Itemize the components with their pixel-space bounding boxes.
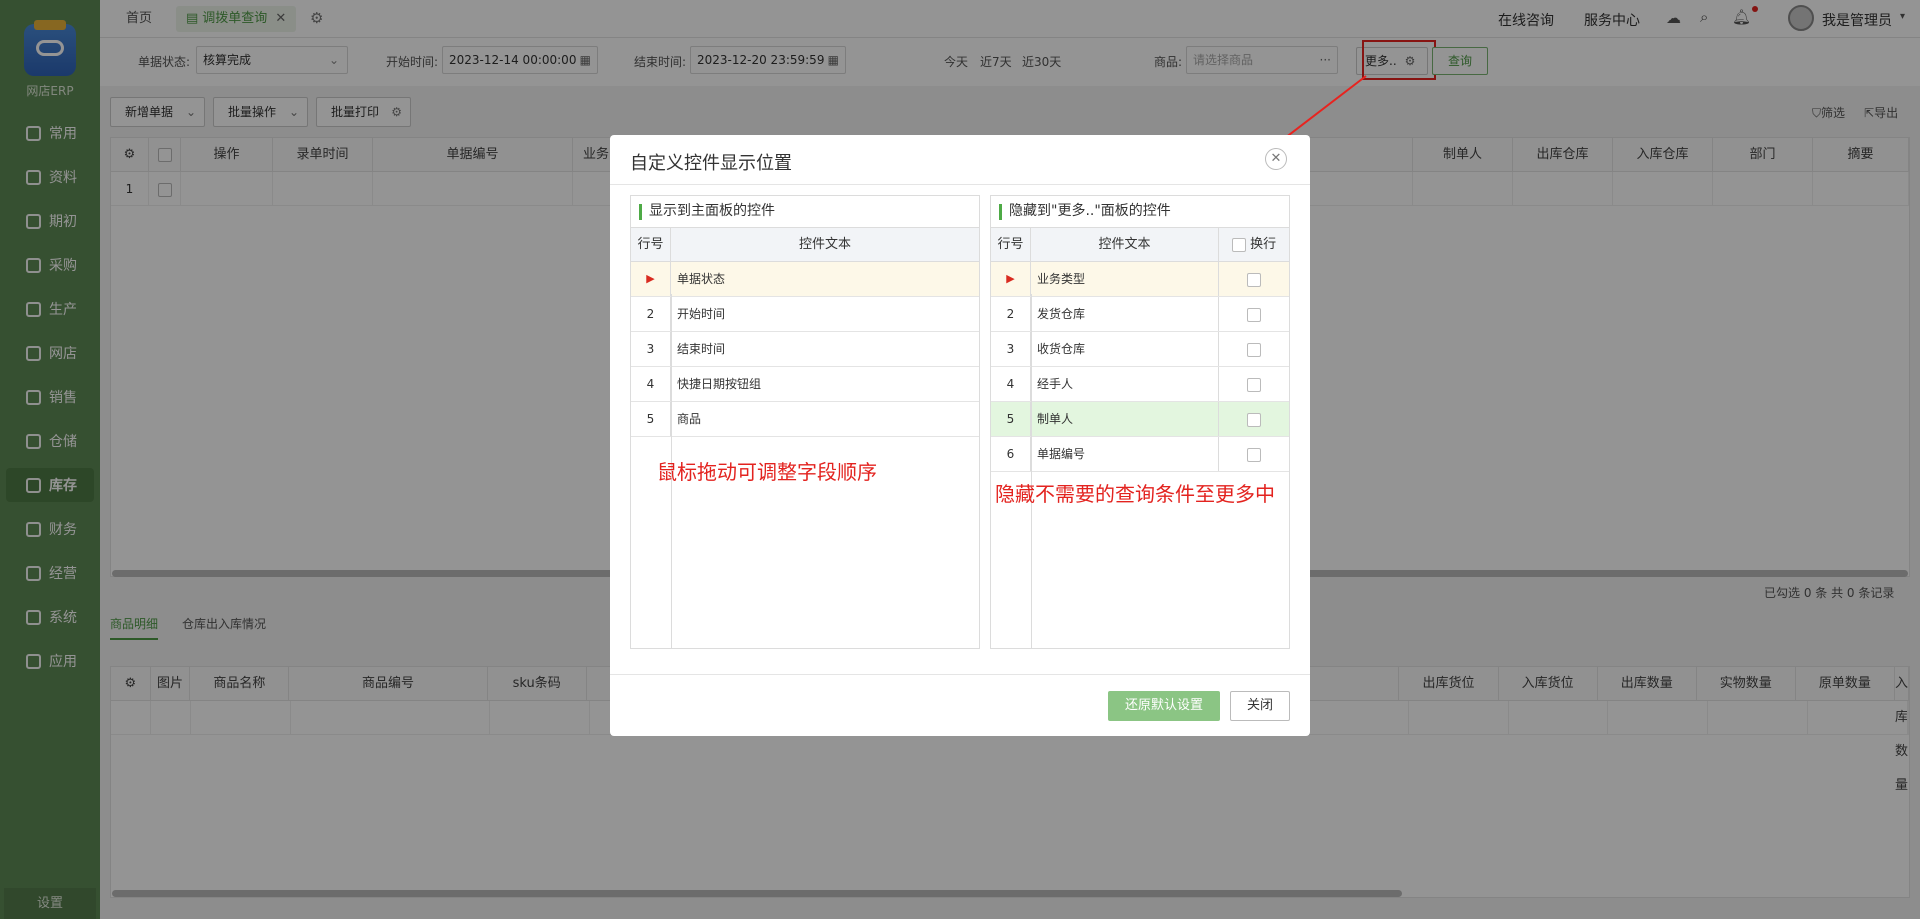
control-text: 经手人 <box>1031 367 1219 401</box>
row-number: 5 <box>991 402 1031 436</box>
list-item[interactable]: 2 开始时间 <box>631 297 979 332</box>
list-item[interactable]: ▶ 单据状态 <box>631 262 979 297</box>
list-item[interactable]: 4 经手人 <box>991 367 1289 402</box>
hide-hint-note: 隐藏不需要的查询条件至更多中 <box>995 482 1275 506</box>
control-text: 制单人 <box>1031 402 1219 436</box>
divider <box>610 674 1310 675</box>
main-panel-controls: 显示到主面板的控件 行号 控件文本 ▶ 单据状态 2 开始时间 3 结束时间 4 快捷日期按钮… <box>630 195 980 649</box>
panel-header: 行号 控件文本 换行 <box>991 228 1289 262</box>
row-number: 4 <box>631 367 671 401</box>
current-row-icon: ▶ <box>631 262 671 296</box>
row-number: 2 <box>991 297 1031 331</box>
control-text: 快捷日期按钮组 <box>677 377 762 391</box>
wrap-cell <box>1219 367 1289 401</box>
wrap-checkbox[interactable] <box>1247 342 1261 357</box>
wrap-checkbox[interactable] <box>1247 307 1261 322</box>
wrap-cell <box>1219 297 1289 331</box>
more-panel-controls: 隐藏到"更多.."面板的控件 行号 控件文本 换行 ▶ 业务类型 2 发货仓库 3 收货仓… <box>990 195 1290 649</box>
control-text: 商品 <box>677 412 702 426</box>
row-number: 5 <box>631 402 671 436</box>
panel-header: 行号 控件文本 <box>631 228 979 262</box>
col-header: 控件文本 <box>798 237 851 252</box>
wrap-checkbox[interactable] <box>1247 447 1261 462</box>
wrap-cell <box>1219 262 1289 296</box>
row-number: 3 <box>991 332 1031 366</box>
control-text: 结束时间 <box>677 342 726 356</box>
restore-defaults-button[interactable]: 还原默认设置 <box>1108 691 1220 721</box>
wrap-all-checkbox[interactable] <box>1231 237 1246 252</box>
wrap-header: 换行 <box>1219 228 1289 261</box>
list-item[interactable]: 3 结束时间 <box>631 332 979 367</box>
wrap-cell <box>1219 437 1289 471</box>
wrap-label: 换行 <box>1250 237 1277 252</box>
control-text: 开始时间 <box>677 307 726 321</box>
list-item[interactable]: 4 快捷日期按钮组 <box>631 367 979 402</box>
close-button[interactable]: 关闭 <box>1230 691 1290 721</box>
list-item[interactable]: 3 收货仓库 <box>991 332 1289 367</box>
control-text: 发货仓库 <box>1031 297 1219 331</box>
row-number: 4 <box>991 367 1031 401</box>
list-item[interactable]: 5 制单人 <box>991 402 1289 437</box>
row-number: 6 <box>991 437 1031 471</box>
list-item[interactable]: 2 发货仓库 <box>991 297 1289 332</box>
col-header: 行号 <box>631 228 671 261</box>
wrap-cell <box>1219 332 1289 366</box>
wrap-checkbox[interactable] <box>1247 272 1261 287</box>
col-header: 行号 <box>991 228 1031 261</box>
wrap-cell <box>1219 402 1289 436</box>
divider <box>610 184 1310 185</box>
panel-title: 隐藏到"更多.."面板的控件 <box>991 196 1289 228</box>
list-item[interactable]: 5 商品 <box>631 402 979 437</box>
col-header: 控件文本 <box>1031 228 1219 261</box>
row-number: 2 <box>631 297 671 331</box>
customize-controls-dialog: 自定义控件显示位置 ✕ 显示到主面板的控件 行号 控件文本 ▶ 单据状态 2 开始时间… <box>610 135 1310 736</box>
panel-title: 显示到主面板的控件 <box>631 196 979 228</box>
wrap-checkbox[interactable] <box>1247 377 1261 392</box>
close-icon[interactable]: ✕ <box>1265 148 1287 170</box>
control-text: 单据状态 <box>677 272 726 286</box>
current-row-icon: ▶ <box>991 262 1031 296</box>
row-number: 3 <box>631 332 671 366</box>
list-item[interactable]: ▶ 业务类型 <box>991 262 1289 297</box>
dialog-title: 自定义控件显示位置 <box>630 153 792 174</box>
wrap-checkbox[interactable] <box>1247 412 1261 427</box>
control-text: 业务类型 <box>1031 262 1219 296</box>
control-text: 收货仓库 <box>1031 332 1219 366</box>
control-text: 单据编号 <box>1031 437 1219 471</box>
drag-hint-note: 鼠标拖动可调整字段顺序 <box>657 460 877 484</box>
list-item[interactable]: 6 单据编号 <box>991 437 1289 472</box>
